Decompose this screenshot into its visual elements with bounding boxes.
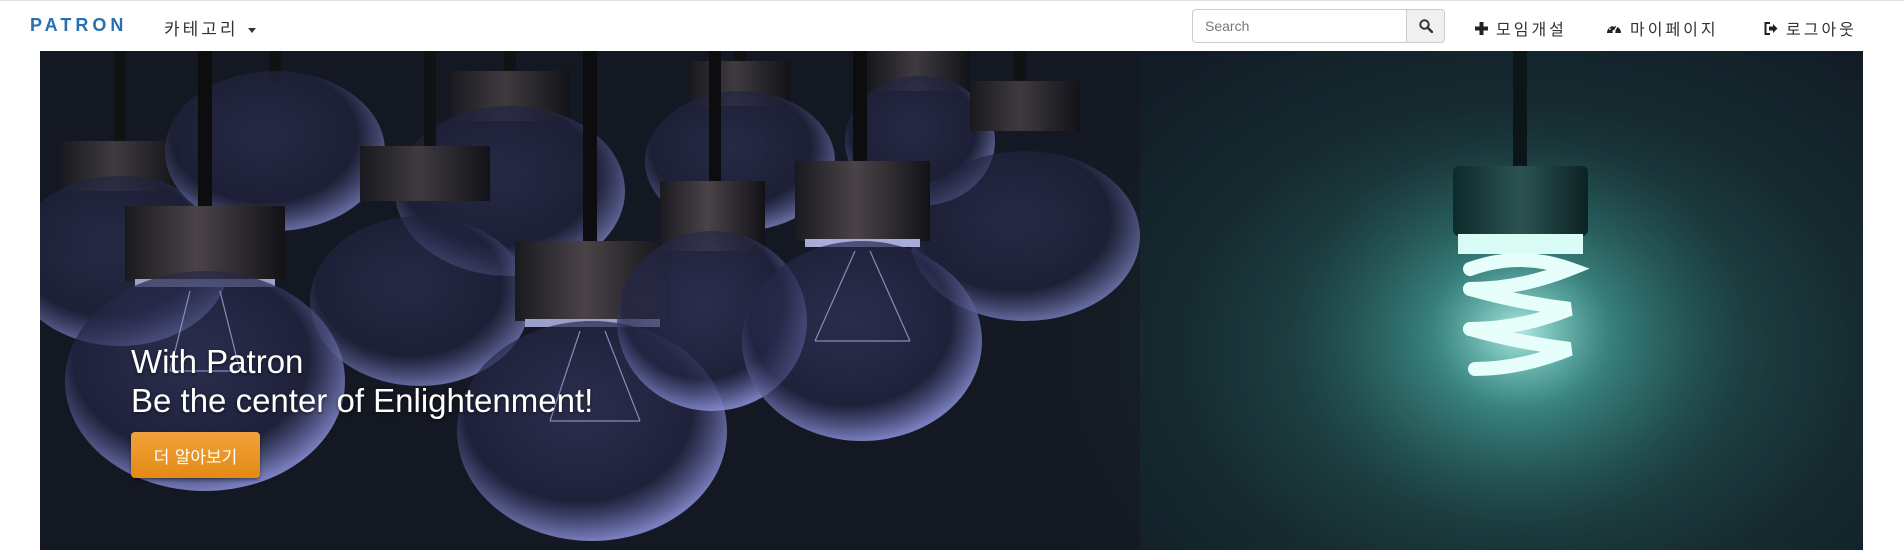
hero-headline: With Patron Be the center of Enlightenme… (131, 342, 593, 420)
new-meeting-link[interactable]: 모임개설 (1475, 16, 1567, 40)
search-form (1192, 9, 1445, 43)
page: PATRON 카테고리 모임개설 (0, 0, 1904, 553)
search-input[interactable] (1192, 9, 1406, 43)
brand-logo[interactable]: PATRON (30, 15, 127, 36)
learn-more-button[interactable]: 더 알아보기 (131, 432, 260, 478)
search-icon (1418, 19, 1433, 33)
category-dropdown[interactable]: 카테고리 (164, 15, 257, 40)
search-button[interactable] (1406, 9, 1445, 43)
hero-line-2: Be the center of Enlightenment! (131, 382, 594, 419)
mypage-link[interactable]: 마이페이지 (1606, 16, 1719, 40)
category-label: 카테고리 (164, 20, 239, 39)
caret-down-icon (248, 28, 257, 34)
top-navbar: PATRON 카테고리 모임개설 (0, 0, 1904, 50)
new-meeting-label: 모임개설 (1496, 22, 1567, 39)
dashboard-icon (1606, 22, 1622, 35)
light-bulbs-illustration (40, 51, 1750, 550)
plus-icon (1475, 21, 1488, 35)
mypage-label: 마이페이지 (1630, 22, 1719, 39)
logout-label: 로그아웃 (1786, 22, 1857, 39)
logout-link[interactable]: 로그아웃 (1764, 16, 1857, 40)
hero-banner: With Patron Be the center of Enlightenme… (40, 51, 1863, 550)
hero-line-1: With Patron (131, 343, 304, 380)
logout-icon (1764, 21, 1778, 35)
